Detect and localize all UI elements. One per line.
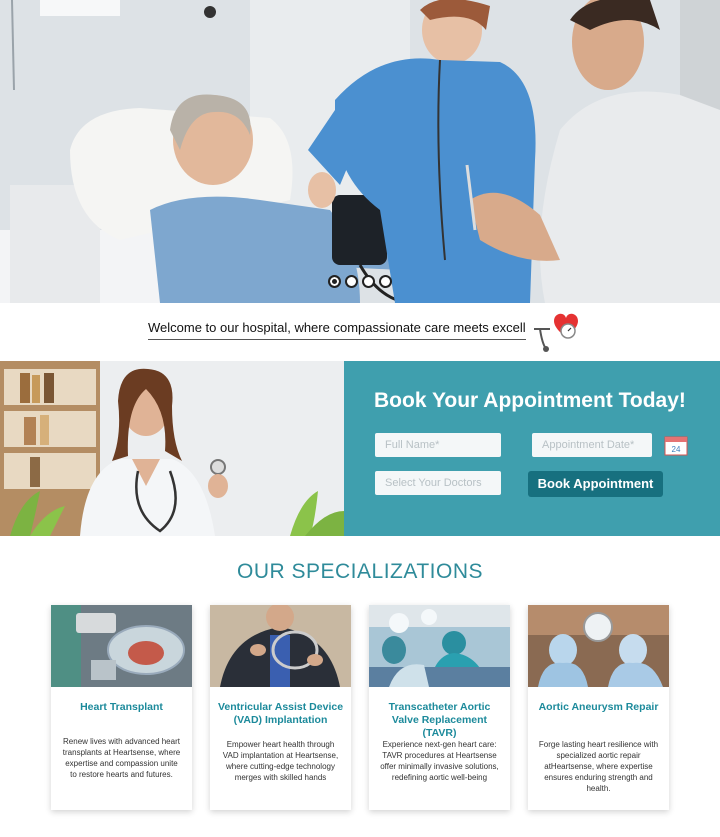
book-appointment-button[interactable]: Book Appointment: [528, 471, 663, 497]
card-title: Transcatheter Aortic Valve Replacement (…: [388, 701, 491, 739]
hero-carousel: [0, 0, 720, 303]
select-doctor-input[interactable]: [375, 471, 501, 495]
card-image: [51, 605, 192, 687]
card-image: [528, 605, 669, 687]
card-description: Renew lives with advanced heart transpla…: [62, 737, 181, 779]
specialization-card-aortic-aneurysm[interactable]: Aortic Aneurysm Repair Forge lasting hea…: [528, 605, 669, 810]
calendar-icon[interactable]: 24: [664, 434, 688, 456]
full-name-input[interactable]: [375, 433, 501, 457]
appointment-date-input[interactable]: [532, 433, 652, 457]
carousel-dot-3[interactable]: [362, 275, 375, 288]
card-image: [369, 605, 510, 687]
welcome-banner: Welcome to our hospital, where compassio…: [0, 303, 720, 361]
carousel-dot-1[interactable]: [328, 275, 341, 288]
card-title: Aortic Aneurysm Repair: [538, 701, 659, 713]
booking-title: Book Your Appointment Today!: [374, 389, 686, 412]
carousel-dot-2[interactable]: [345, 275, 358, 288]
specialization-card-heart-transplant[interactable]: Heart Transplant Renew lives with advanc…: [51, 605, 192, 810]
welcome-text: Welcome to our hospital, where compassio…: [148, 320, 526, 340]
card-description: Forge lasting heart resilience with spec…: [538, 740, 659, 793]
doctor-photo: [0, 361, 344, 536]
booking-form: Book Your Appointment Today! 24 Book App…: [344, 361, 720, 536]
calendar-day: 24: [672, 445, 681, 454]
card-title: Heart Transplant: [80, 701, 163, 713]
specializations-heading: OUR SPECIALIZATIONS: [237, 560, 483, 583]
card-description: Empower heart health through VAD implant…: [222, 740, 339, 782]
booking-section: Book Your Appointment Today! 24 Book App…: [0, 361, 720, 536]
card-image: [210, 605, 351, 687]
specialization-card-vad[interactable]: Ventricular Assist Device (VAD) Implanta…: [210, 605, 351, 810]
carousel-dot-4[interactable]: [379, 275, 392, 288]
hero-image: [0, 0, 720, 303]
carousel-dots: [328, 275, 392, 288]
heart-stethoscope-icon: [534, 313, 578, 352]
specialization-card-tavr[interactable]: Transcatheter Aortic Valve Replacement (…: [369, 605, 510, 810]
card-description: Experience next-gen heart care: TAVR pro…: [380, 740, 499, 782]
card-title: Ventricular Assist Device (VAD) Implanta…: [217, 701, 344, 726]
